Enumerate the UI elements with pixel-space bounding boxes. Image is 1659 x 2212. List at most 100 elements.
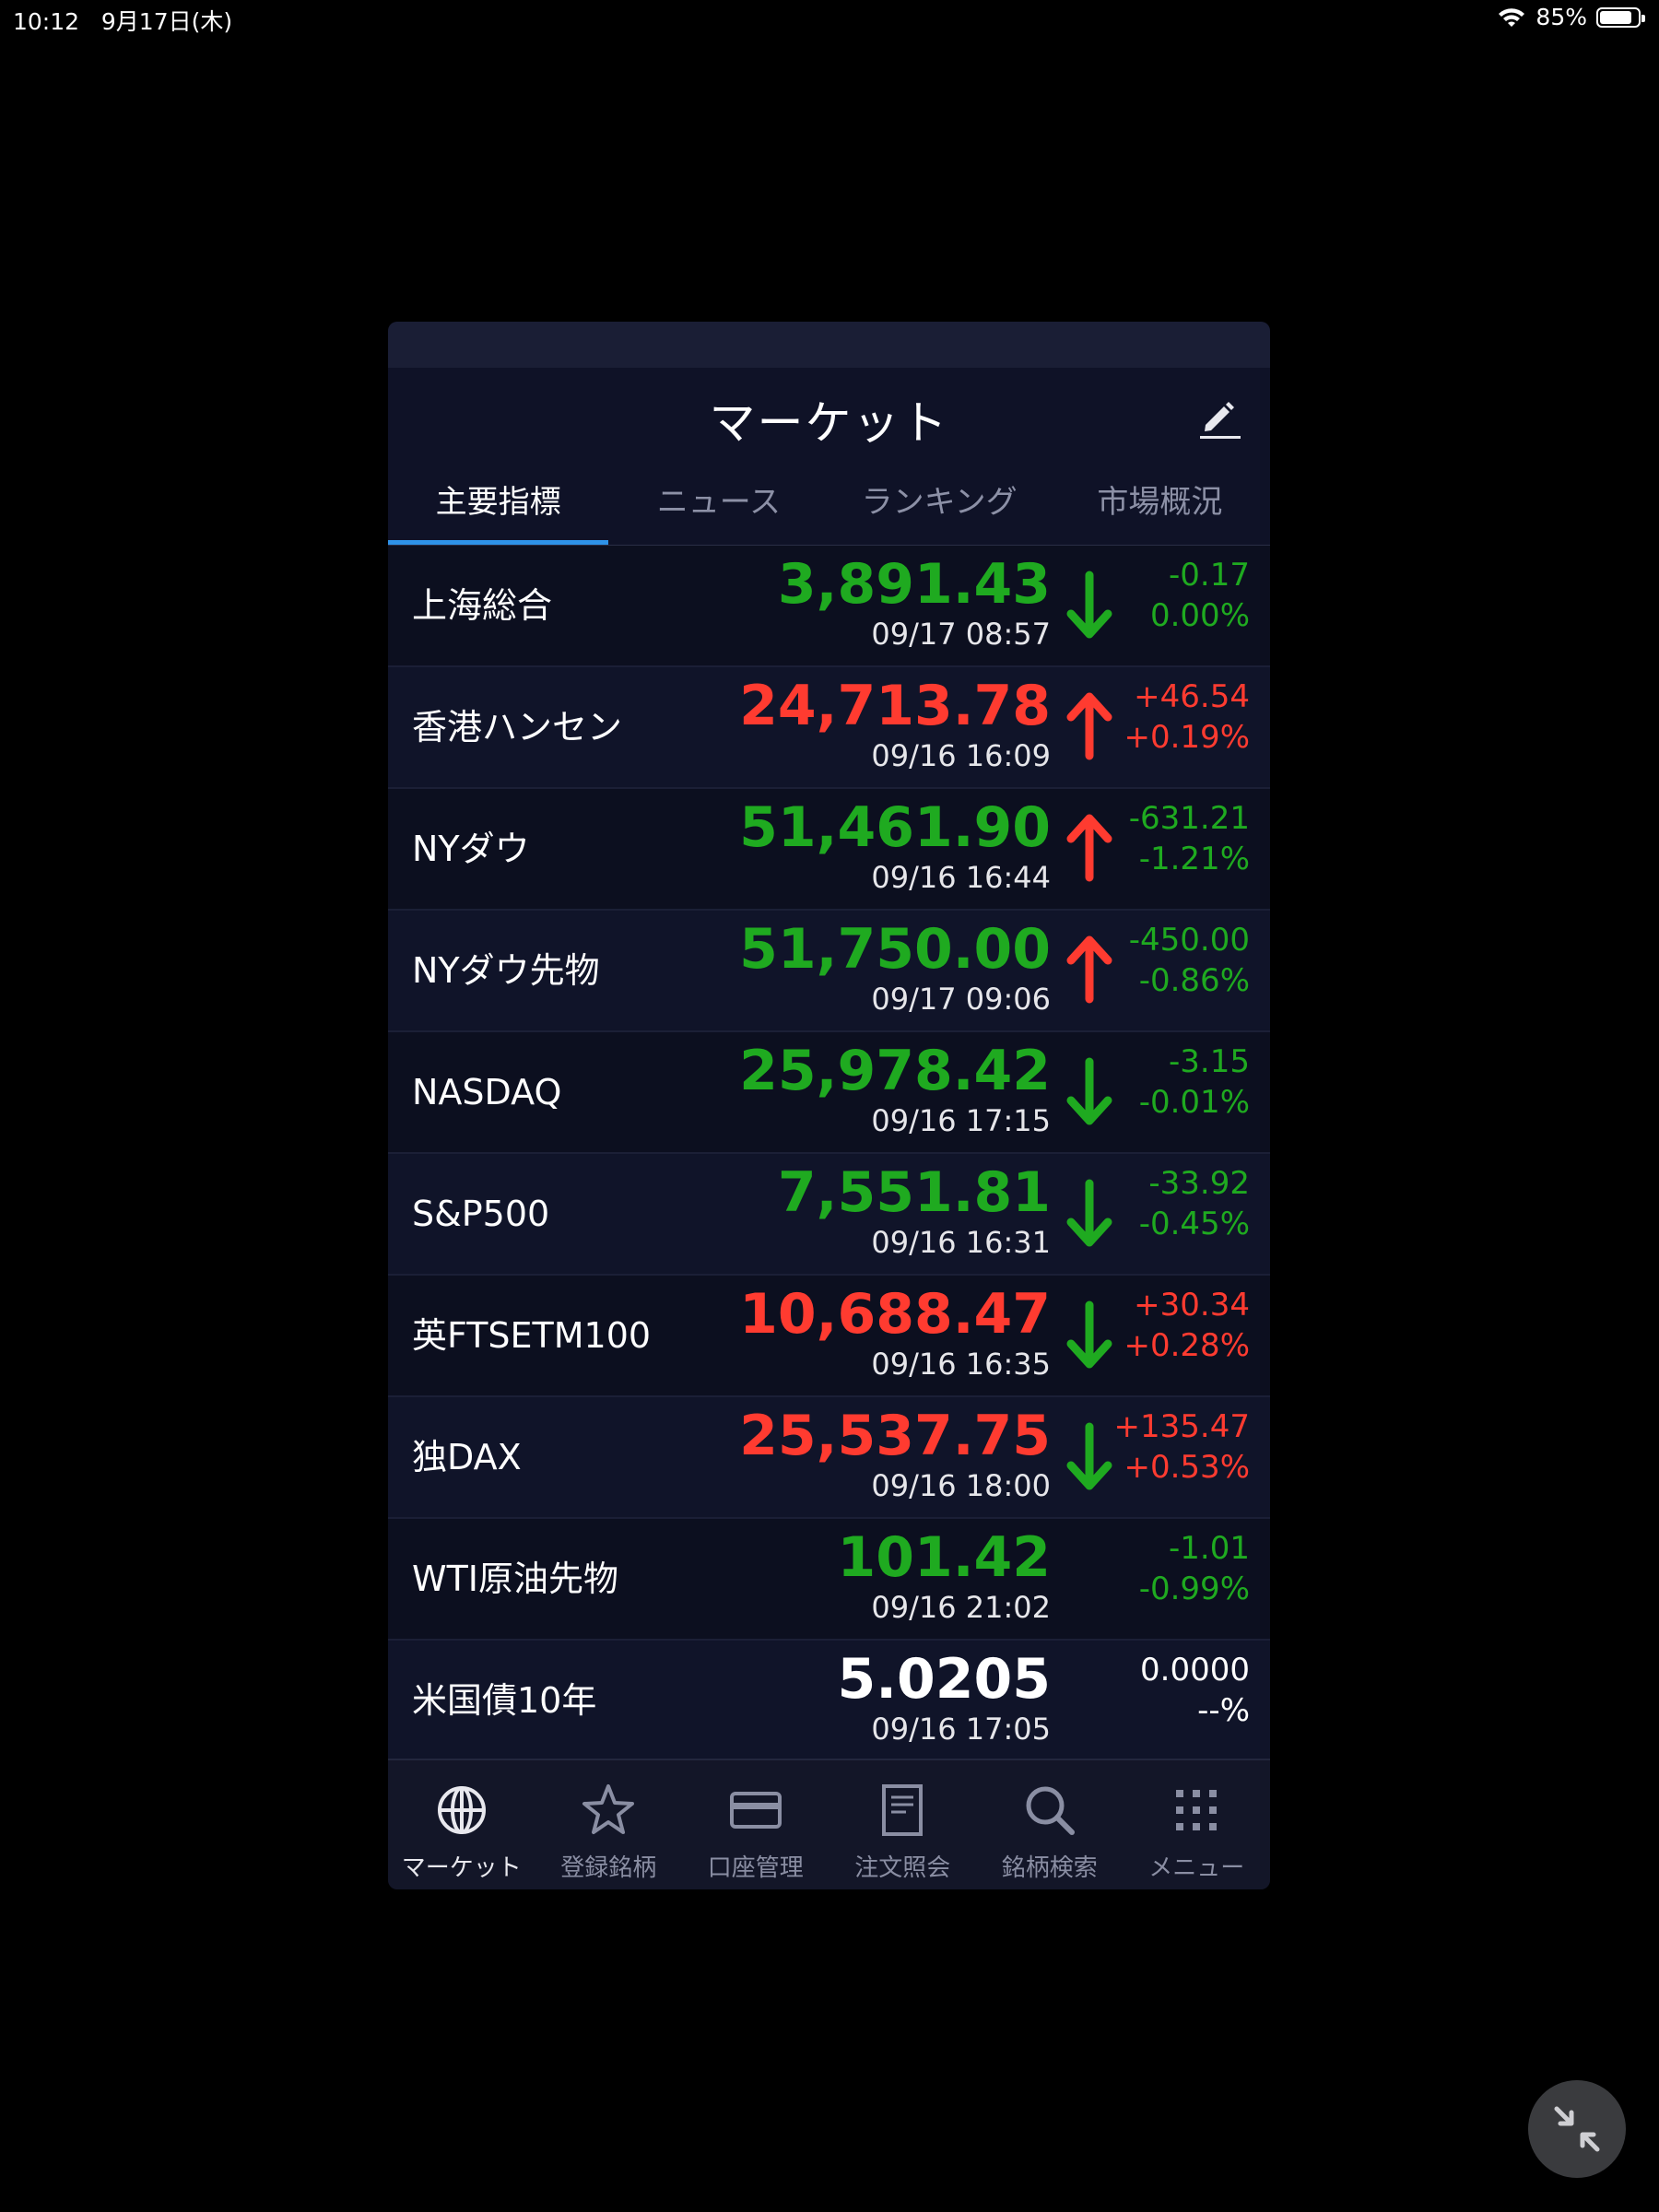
tab-bar: 主要指標 ニュース ランキング 市場概況: [388, 460, 1270, 546]
market-row[interactable]: 米国債10年 5.0205 09/16 17:05 0.0000 --%: [388, 1641, 1270, 1762]
wifi-icon: [1499, 7, 1525, 27]
market-price: 3,891.43: [777, 552, 1051, 617]
market-percent: --%: [1197, 1692, 1250, 1729]
market-row[interactable]: S&P500 7,551.81 09/16 16:31 -33.92 -0.45%: [388, 1154, 1270, 1276]
market-percent: +0.28%: [1124, 1327, 1251, 1364]
market-change: -631.21: [1128, 800, 1250, 837]
document-icon: [882, 1784, 924, 1836]
market-row[interactable]: NYダウ 51,461.90 09/16 16:44 -631.21 -1.21%: [388, 789, 1270, 911]
nav-item-2[interactable]: 口座管理: [682, 1760, 830, 1889]
status-right: 85%: [1497, 4, 1645, 30]
market-name: 上海総合: [412, 585, 553, 626]
market-percent: 0.00%: [1149, 597, 1250, 634]
market-percent: -0.86%: [1138, 962, 1250, 999]
arrow-up-icon: [1065, 813, 1113, 883]
market-name: NYダウ先物: [412, 950, 600, 991]
market-time: 09/16 17:05: [871, 1712, 1051, 1747]
collapse-arrows-icon: [1554, 2106, 1600, 2152]
market-time: 09/16 16:09: [871, 738, 1051, 773]
nav-item-1[interactable]: 登録銘柄: [535, 1760, 683, 1889]
arrow-up-icon: [1065, 691, 1113, 761]
market-time: 09/16 16:35: [871, 1347, 1051, 1382]
market-price: 101.42: [837, 1525, 1051, 1590]
bottom-nav: マーケット 登録銘柄 口座管理 注文照会 銘柄検索 メニュー: [388, 1759, 1270, 1889]
market-name: NASDAQ: [412, 1072, 562, 1112]
nav-label: 登録銘柄: [560, 1854, 657, 1882]
market-price: 51,461.90: [739, 795, 1051, 860]
status-bar: 10:12 9月17日(木) 85%: [0, 0, 1659, 41]
market-change: -3.15: [1169, 1043, 1250, 1080]
market-time: 09/16 21:02: [871, 1590, 1051, 1625]
market-time: 09/17 08:57: [871, 617, 1051, 652]
market-price: 10,688.47: [739, 1282, 1051, 1347]
grid-menu-icon: [1176, 1790, 1218, 1830]
market-time: 09/16 18:00: [871, 1468, 1051, 1503]
card-icon: [729, 1792, 782, 1829]
market-name: 独DAX: [412, 1437, 522, 1477]
market-change: -33.92: [1148, 1165, 1250, 1202]
market-change: +30.34: [1134, 1287, 1250, 1324]
market-percent: -0.01%: [1138, 1084, 1250, 1121]
market-name: 香港ハンセン: [412, 707, 623, 747]
nav-label: 注文照会: [854, 1854, 951, 1882]
tab-1[interactable]: ニュース: [608, 460, 829, 545]
market-price: 25,537.75: [739, 1404, 1051, 1468]
market-price: 5.0205: [837, 1647, 1051, 1712]
market-time: 09/16 16:44: [871, 860, 1051, 895]
status-time: 10:12 9月17日(木): [13, 4, 232, 37]
star-icon: [582, 1784, 635, 1834]
edit-button[interactable]: [1196, 394, 1242, 440]
arrow-down-icon: [1065, 1056, 1113, 1126]
market-percent: +0.53%: [1124, 1449, 1251, 1486]
market-price: 51,750.00: [739, 917, 1051, 982]
market-change: -0.17: [1169, 557, 1250, 594]
market-price: 24,713.78: [739, 674, 1051, 738]
market-name: 英FTSETM100: [412, 1315, 652, 1356]
market-change: +135.47: [1113, 1408, 1250, 1445]
arrow-up-icon: [1065, 935, 1113, 1005]
market-row[interactable]: 独DAX 25,537.75 09/16 18:00 +135.47 +0.53%: [388, 1397, 1270, 1519]
nav-item-3[interactable]: 注文照会: [830, 1760, 977, 1889]
minimize-button[interactable]: [1528, 2080, 1626, 2178]
globe-icon: [437, 1786, 486, 1834]
nav-item-0[interactable]: マーケット: [388, 1760, 535, 1889]
header: マーケット: [388, 368, 1270, 460]
status-time-text: 10:12: [13, 8, 80, 35]
nav-item-5[interactable]: メニュー: [1124, 1760, 1271, 1889]
pencil-icon: [1200, 402, 1241, 439]
nav-label: メニュー: [1148, 1854, 1245, 1882]
market-percent: -1.21%: [1138, 841, 1250, 877]
arrow-down-icon: [1065, 1300, 1113, 1370]
market-row[interactable]: 英FTSETM100 10,688.47 09/16 16:35 +30.34 +0.2…: [388, 1276, 1270, 1397]
market-name: NYダウ: [412, 829, 530, 869]
market-name: WTI原油先物: [412, 1559, 618, 1599]
panel-top-bar: [388, 322, 1270, 368]
market-row[interactable]: 香港ハンセン 24,713.78 09/16 16:09 +46.54 +0.19%: [388, 667, 1270, 789]
market-row[interactable]: WTI原油先物 101.42 09/16 21:02 -1.01 -0.99%: [388, 1519, 1270, 1641]
tab-2[interactable]: ランキング: [830, 460, 1050, 545]
tab-3[interactable]: 市場概況: [1050, 460, 1270, 545]
nav-item-4[interactable]: 銘柄検索: [976, 1760, 1124, 1889]
market-panel: マーケット 主要指標 ニュース ランキング 市場概況 上海総合 3,891.43 09/1…: [388, 322, 1270, 1889]
market-row[interactable]: NYダウ先物 51,750.00 09/17 09:06 -450.00 -0.86%: [388, 911, 1270, 1032]
market-percent: -0.45%: [1138, 1206, 1250, 1242]
search-icon: [1026, 1786, 1075, 1835]
market-row[interactable]: NASDAQ 25,978.42 09/16 17:15 -3.15 -0.01%: [388, 1032, 1270, 1154]
page-title: マーケット: [709, 396, 949, 450]
market-row[interactable]: 上海総合 3,891.43 09/17 08:57 -0.17 0.00%: [388, 546, 1270, 667]
nav-label: マーケット: [401, 1854, 522, 1882]
market-change: 0.0000: [1140, 1652, 1250, 1688]
arrow-down-icon: [1065, 1178, 1113, 1248]
market-percent: -0.99%: [1138, 1571, 1250, 1607]
market-price: 7,551.81: [777, 1160, 1051, 1225]
market-percent: +0.19%: [1124, 719, 1251, 756]
battery-icon: [1596, 6, 1645, 28]
status-date: 9月17日(木): [100, 8, 233, 35]
battery-percent: 85%: [1535, 4, 1587, 30]
market-name: 米国債10年: [412, 1680, 597, 1721]
market-time: 09/16 16:31: [871, 1225, 1051, 1260]
arrow-down-icon: [1065, 570, 1113, 640]
tab-0[interactable]: 主要指標: [388, 460, 609, 545]
arrow-down-icon: [1065, 1421, 1113, 1491]
market-time: 09/17 09:06: [871, 982, 1051, 1017]
